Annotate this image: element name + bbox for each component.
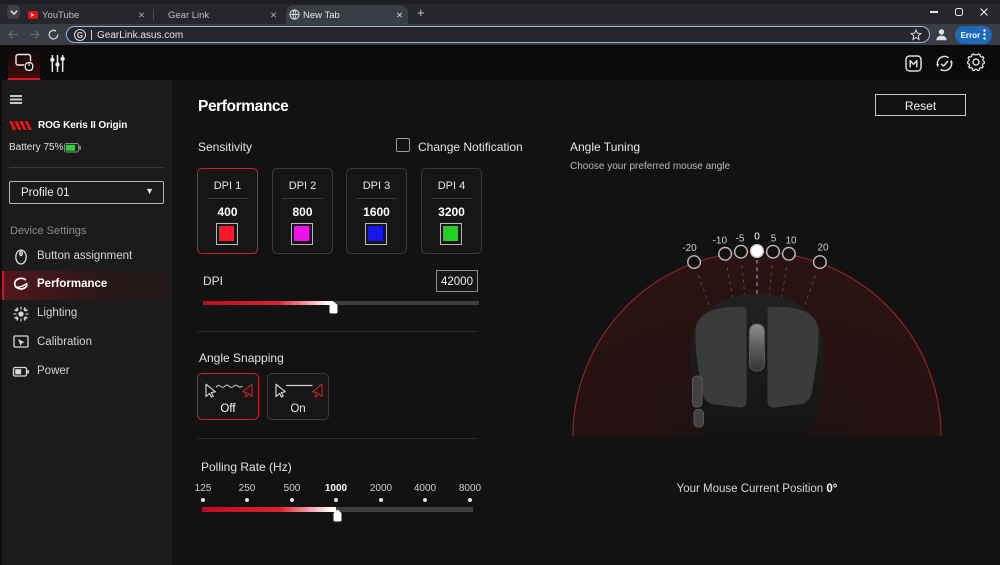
svg-text:0: 0 xyxy=(754,232,760,243)
svg-text:5: 5 xyxy=(771,234,777,245)
svg-text:-10: -10 xyxy=(713,236,728,247)
svg-text:-5: -5 xyxy=(736,234,745,245)
svg-text:20: 20 xyxy=(817,243,829,254)
svg-text:-20: -20 xyxy=(682,243,697,254)
svg-text:10: 10 xyxy=(785,236,797,247)
